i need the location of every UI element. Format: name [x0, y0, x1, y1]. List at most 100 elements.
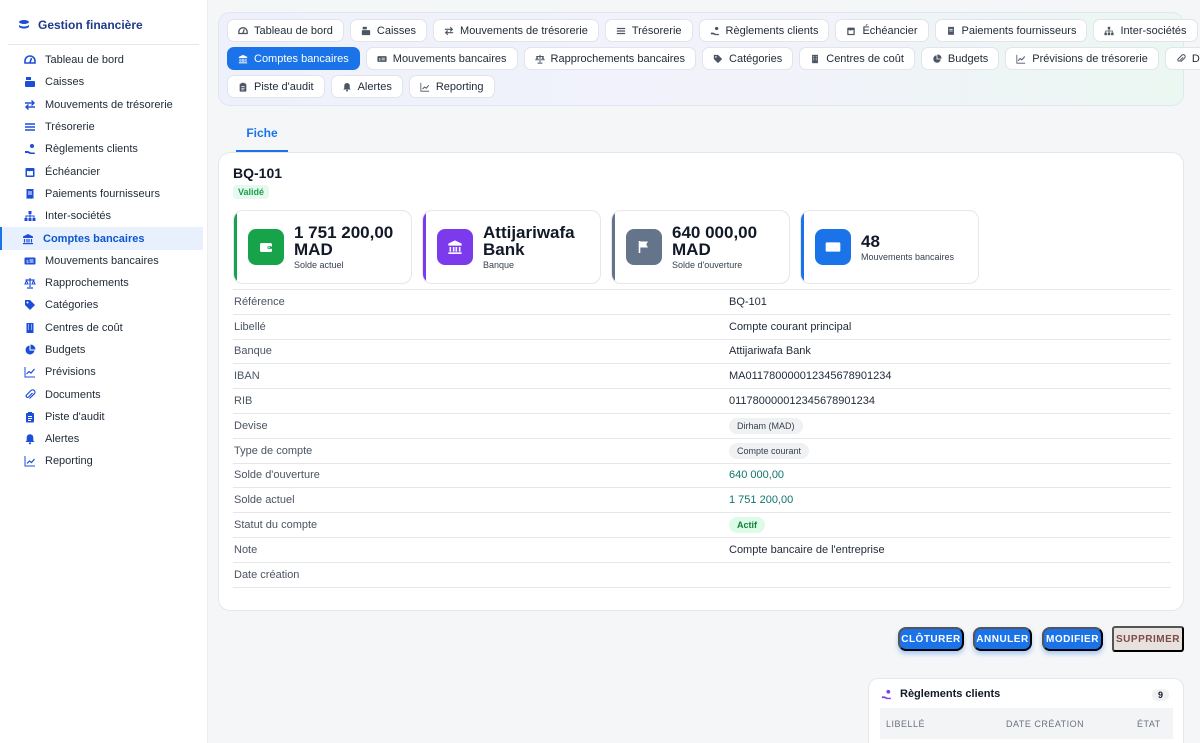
kpi-label: Solde d'ouverture: [672, 260, 743, 270]
sidebar-item-categories[interactable]: Catégories: [0, 294, 203, 316]
sidebar-item-tableau-de-bord[interactable]: Tableau de bord: [0, 49, 203, 71]
sidebar-item-label: Mouvements bancaires: [45, 254, 159, 267]
kpi-value: 48: [861, 231, 880, 251]
hand-coin-icon: [881, 689, 892, 700]
sidebar-item-reglements-clients[interactable]: Règlements clients: [0, 138, 203, 160]
kpi-accent-bar: [801, 211, 804, 283]
sidebar-item-label: Comptes bancaires: [43, 232, 145, 245]
receipt-icon: [946, 26, 956, 36]
cash-register-icon: [361, 26, 371, 36]
nav-chip-paiements-fournisseurs[interactable]: Paiements fournisseurs: [934, 19, 1088, 42]
kpi-accent-bar: [612, 211, 615, 283]
column-header-libelle[interactable]: LIBELLÉ: [886, 719, 925, 729]
detail-label: Statut du compte: [234, 519, 318, 532]
detail-value-cell: 640 000,00: [729, 463, 1171, 488]
chart-icon: [420, 82, 430, 92]
kpi-value: 1 751 200,00 MAD: [294, 223, 394, 259]
nav-chip-centres-de-cout[interactable]: Centres de coût: [799, 47, 915, 70]
sidebar-item-mouvements-bancaires[interactable]: $ Mouvements bancaires: [0, 250, 203, 272]
cancel-button[interactable]: ANNULER: [973, 627, 1032, 651]
nav-chip-previsions-de-tresorerie[interactable]: Prévisions de trésorerie: [1005, 47, 1159, 70]
detail-row-statut-du-compte: Statut du compte Actif: [233, 513, 1171, 538]
money-bill-icon: $: [24, 255, 36, 267]
bank-icon: [437, 229, 473, 265]
nav-chip-rapprochements-bancaires[interactable]: Rapprochements bancaires: [523, 47, 697, 70]
nav-chip-reglements-clients[interactable]: Règlements clients: [698, 19, 830, 42]
nav-chip-comptes-bancaires[interactable]: Comptes bancaires: [227, 47, 360, 70]
nav-chip-budgets[interactable]: Budgets: [920, 47, 1000, 70]
related-table-header: LIBELLÉ DATE CRÉATION ÉTAT: [880, 708, 1173, 739]
sidebar-item-paiements-fournisseurs[interactable]: Paiements fournisseurs: [0, 183, 203, 205]
paperclip-icon: [24, 388, 36, 401]
sidebar-item-piste-d-audit[interactable]: Piste d'audit: [0, 406, 203, 428]
sidebar-item-inter-societes[interactable]: Inter-sociétés: [0, 205, 203, 227]
detail-label: IBAN: [234, 370, 260, 383]
wallet-icon: [248, 229, 284, 265]
nav-chip-tresorerie[interactable]: Trésorerie: [604, 19, 693, 42]
detail-row-solde-d-ouverture: Solde d'ouverture 640 000,00: [233, 463, 1171, 488]
nav-chip-mouvements-bancaires[interactable]: $ Mouvements bancaires: [365, 47, 518, 70]
tab-fiche[interactable]: Fiche: [236, 124, 288, 152]
nav-chip-tableau-de-bord[interactable]: Tableau de bord: [227, 19, 344, 42]
list-icon: [616, 26, 626, 36]
sidebar-item-label: Trésorerie: [45, 121, 95, 134]
sidebar-item-alertes[interactable]: Alertes: [0, 428, 203, 450]
sidebar-item-centres-de-cout[interactable]: Centres de coût: [0, 317, 203, 339]
sidebar-item-caisses[interactable]: Caisses: [0, 71, 203, 93]
nav-chip-categories[interactable]: Catégories: [702, 47, 794, 70]
pie-chart-icon: [932, 53, 942, 64]
edit-button[interactable]: MODIFIER: [1042, 627, 1103, 651]
detail-value-cell: Compte courant: [729, 438, 1171, 463]
detail-label: Banque: [234, 345, 272, 358]
nav-chip-label: Reporting: [435, 80, 484, 93]
detail-label: Type de compte: [234, 444, 313, 457]
sidebar-item-documents[interactable]: Documents: [0, 383, 203, 405]
detail-value: BQ-101: [729, 295, 767, 308]
nav-chip-mouvements-de-tresorerie[interactable]: Mouvements de trésorerie: [433, 19, 599, 42]
detail-value: Attijariwafa Bank: [729, 345, 811, 358]
detail-value-pill: Compte courant: [729, 442, 810, 459]
nav-chip-label: Trésorerie: [631, 24, 682, 37]
nav-chip-label: Comptes bancaires: [254, 52, 349, 65]
record-details: Référence BQ-101 Libellé Compte courant pri…: [233, 289, 1171, 588]
sidebar-item-previsions[interactable]: Prévisions: [0, 361, 203, 383]
close-button[interactable]: CLÔTURER: [898, 627, 964, 651]
nav-chip-label: Mouvements bancaires: [392, 52, 507, 65]
related-panel-reglements: Règlements clients 9 LIBELLÉ DATE CRÉATI…: [868, 678, 1184, 743]
delete-button[interactable]: SUPPRIMER: [1112, 626, 1184, 652]
detail-row-rib: RIB 011780000012345678901234: [233, 389, 1171, 414]
nav-chip-reporting[interactable]: Reporting: [408, 75, 495, 98]
dashboard-icon: [24, 54, 36, 66]
column-header-date-creation[interactable]: DATE CRÉATION: [1006, 719, 1084, 729]
nav-chip-echeancier[interactable]: Échéancier: [835, 19, 929, 42]
sidebar-item-comptes-bancaires[interactable]: Comptes bancaires: [0, 227, 203, 250]
sidebar-item-budgets[interactable]: Budgets: [0, 339, 203, 361]
bell-icon: [342, 82, 352, 92]
sidebar-item-mouvements-de-tresorerie[interactable]: Mouvements de trésorerie: [0, 94, 203, 116]
detail-label: Note: [234, 543, 258, 556]
related-panel-header: Règlements clients: [881, 688, 1000, 700]
nav-chip-caisses[interactable]: Caisses: [349, 19, 428, 42]
module-nav-row: Comptes bancaires $ Mouvements bancaires Ra…: [227, 47, 1200, 70]
sidebar-item-reporting[interactable]: Reporting: [0, 450, 203, 472]
sidebar-item-echeancier[interactable]: Échéancier: [0, 160, 203, 182]
column-header-etat[interactable]: ÉTAT: [1137, 719, 1161, 729]
detail-value: Compte courant principal: [729, 320, 852, 333]
detail-label: Libellé: [234, 320, 266, 333]
list-icon: [24, 121, 36, 133]
nav-chip-piste-d-audit[interactable]: Piste d'audit: [227, 75, 325, 98]
nav-chip-inter-societes[interactable]: Inter-sociétés: [1093, 19, 1198, 42]
svg-text:$: $: [26, 259, 29, 265]
nav-chip-alertes[interactable]: Alertes: [330, 75, 403, 98]
sidebar-item-rapprochements[interactable]: Rapprochements: [0, 272, 203, 294]
nav-chip-label: Budgets: [947, 52, 989, 65]
nav-chip-label: Documents: [1191, 52, 1200, 65]
detail-value-cell: Compte bancaire de l'entreprise: [729, 537, 1171, 562]
sidebar-item-tresorerie[interactable]: Trésorerie: [0, 116, 203, 138]
nav-chip-documents[interactable]: Documents: [1164, 47, 1200, 70]
detail-value: 1 751 200,00: [729, 494, 794, 507]
nav-chip-label: Rapprochements bancaires: [550, 52, 686, 65]
nav-chip-label: Prévisions de trésorerie: [1032, 52, 1148, 65]
calendar-icon: [24, 166, 36, 178]
sidebar-item-label: Documents: [45, 388, 101, 401]
